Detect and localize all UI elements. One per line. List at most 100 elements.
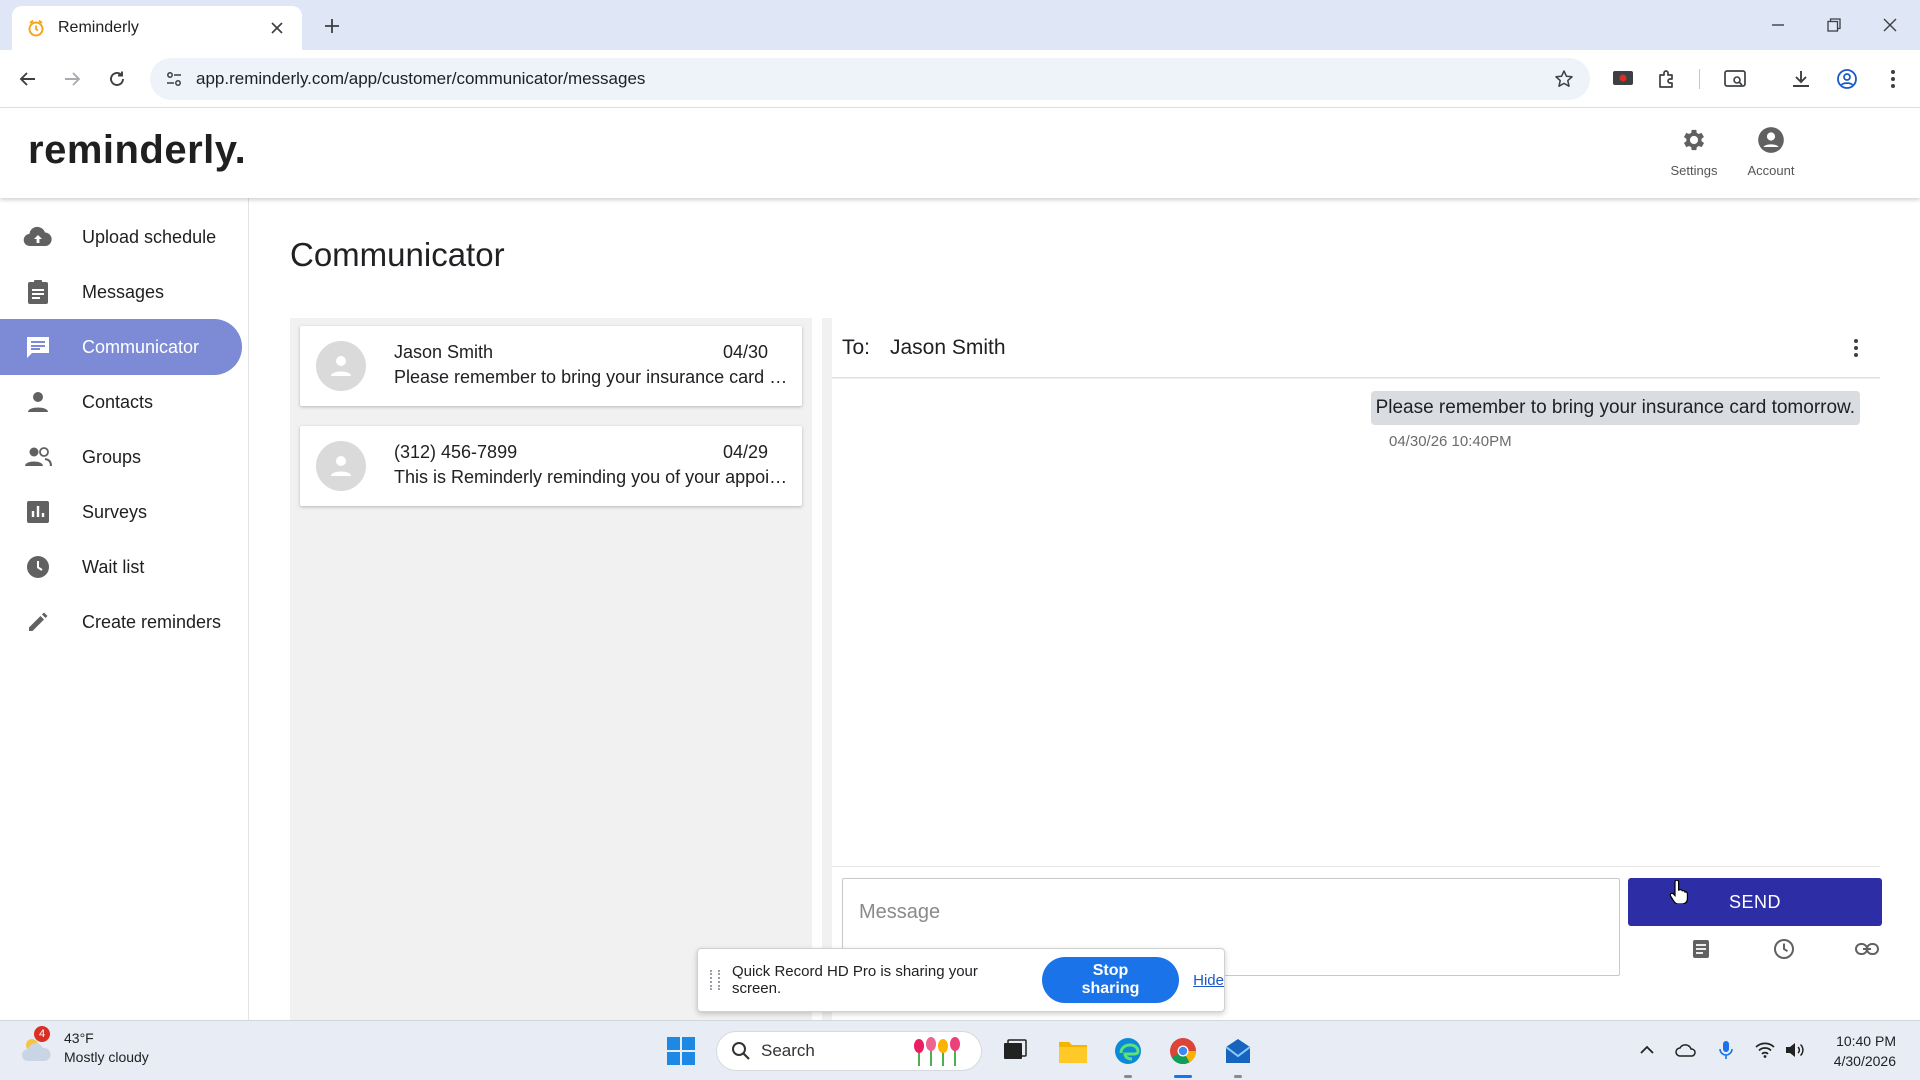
account-circle-icon bbox=[1757, 126, 1785, 159]
file-explorer-icon[interactable] bbox=[1053, 1031, 1093, 1071]
windows-taskbar: 4 43°F Mostly cloudy Search 10:40 PM 4/3… bbox=[0, 1020, 1920, 1080]
edge-browser-icon[interactable] bbox=[1108, 1031, 1148, 1071]
people-icon bbox=[20, 443, 56, 471]
pencil-icon bbox=[20, 608, 56, 636]
account-label: Account bbox=[1747, 163, 1795, 178]
back-arrow-icon[interactable] bbox=[12, 63, 44, 95]
settings-label: Settings bbox=[1670, 163, 1718, 178]
temperature: 43°F bbox=[64, 1030, 94, 1046]
conversation-list: Jason Smith 04/30 Please remember to bri… bbox=[290, 318, 812, 1020]
weather-description: Mostly cloudy bbox=[64, 1049, 149, 1065]
sidebar-item-label: Groups bbox=[82, 446, 142, 467]
active-app-indicator bbox=[1174, 1075, 1192, 1078]
person-icon bbox=[20, 388, 56, 416]
more-vert-icon[interactable] bbox=[1844, 336, 1868, 360]
sidebar-item-communicator[interactable]: Communicator bbox=[0, 319, 242, 375]
drag-handle-icon[interactable] bbox=[710, 970, 720, 990]
profile-icon[interactable] bbox=[1830, 63, 1864, 95]
site-info-icon[interactable] bbox=[154, 58, 194, 100]
template-icon[interactable] bbox=[1685, 933, 1717, 965]
person-icon bbox=[331, 456, 351, 476]
bar-chart-icon bbox=[20, 498, 56, 526]
browser-toolbar: app.reminderly.com/app/customer/communic… bbox=[0, 50, 1920, 108]
sidebar-item-groups[interactable]: Groups bbox=[0, 429, 242, 485]
volume-icon[interactable] bbox=[1780, 1035, 1810, 1065]
conversation-item[interactable]: Jason Smith 04/30 Please remember to bri… bbox=[300, 326, 802, 406]
clock-time: 10:40 PM bbox=[1836, 1033, 1896, 1049]
chat-icon bbox=[20, 333, 56, 361]
share-status-text: Quick Record HD Pro is sharing your scre… bbox=[731, 963, 978, 997]
stop-sharing-button[interactable]: Stop sharing bbox=[1041, 957, 1180, 1003]
new-tab-icon[interactable] bbox=[318, 12, 346, 40]
clipboard-icon bbox=[20, 278, 56, 306]
gear-icon bbox=[1680, 126, 1708, 159]
cloud-upload-icon bbox=[20, 223, 56, 251]
chrome-icon[interactable] bbox=[1163, 1031, 1203, 1071]
sidebar-item-label: Messages bbox=[82, 281, 165, 302]
app-logo[interactable]: reminderly. bbox=[28, 128, 246, 173]
page-title: Communicator bbox=[290, 236, 505, 273]
message-thread: Please remember to bring your insurance … bbox=[832, 379, 1880, 866]
sidebar-item-contacts[interactable]: Contacts bbox=[0, 374, 242, 430]
cloud-weather-icon: 4 bbox=[18, 1026, 56, 1067]
sidebar-item-messages[interactable]: Messages bbox=[0, 264, 242, 320]
conversation-item[interactable]: (312) 456-7899 04/29 This is Reminderly … bbox=[300, 426, 802, 506]
sidebar-item-upload-schedule[interactable]: Upload schedule bbox=[0, 209, 242, 265]
chevron-up-icon[interactable] bbox=[1632, 1035, 1662, 1065]
send-button[interactable]: SEND bbox=[1628, 878, 1882, 926]
conversation-name: (312) 456-7899 bbox=[394, 442, 518, 462]
recipient-name: Jason Smith bbox=[890, 336, 1006, 359]
avatar bbox=[316, 441, 366, 491]
browser-tab-reminderly[interactable]: Reminderly bbox=[12, 6, 302, 50]
tab-title: Reminderly bbox=[58, 19, 139, 36]
sidebar-item-wait-list[interactable]: Wait list bbox=[0, 539, 242, 595]
browser-tabstrip: Reminderly bbox=[0, 0, 1920, 50]
sidebar-item-label: Communicator bbox=[82, 336, 200, 357]
conversation-preview: Please remember to bring your insurance … bbox=[394, 367, 788, 387]
minimize-icon[interactable] bbox=[1750, 0, 1806, 50]
sidebar-item-create-reminders[interactable]: Create reminders bbox=[0, 594, 242, 650]
wifi-icon[interactable] bbox=[1750, 1035, 1780, 1065]
sidebar-item-surveys[interactable]: Surveys bbox=[0, 484, 242, 540]
toolbar-separator bbox=[1699, 69, 1700, 89]
tab-search-icon[interactable] bbox=[1718, 63, 1752, 95]
search-icon bbox=[731, 1041, 751, 1061]
to-label: To: bbox=[842, 336, 871, 359]
bookmark-star-icon[interactable] bbox=[1544, 58, 1584, 100]
weather-widget[interactable]: 4 43°F Mostly cloudy bbox=[18, 1026, 149, 1067]
mail-app-icon[interactable] bbox=[1218, 1031, 1258, 1071]
close-window-icon[interactable] bbox=[1862, 0, 1918, 50]
tulips-icon bbox=[911, 1036, 967, 1066]
clock-icon bbox=[20, 553, 56, 581]
sidebar-item-label: Upload schedule bbox=[82, 226, 217, 247]
onedrive-cloud-icon[interactable] bbox=[1671, 1035, 1701, 1065]
microphone-icon[interactable] bbox=[1711, 1035, 1741, 1065]
forward-arrow-icon[interactable] bbox=[56, 63, 88, 95]
download-icon[interactable] bbox=[1784, 63, 1818, 95]
hide-link[interactable]: Hide bbox=[1193, 972, 1224, 989]
link-icon[interactable] bbox=[1851, 933, 1883, 965]
restore-icon[interactable] bbox=[1806, 0, 1862, 50]
address-bar[interactable]: app.reminderly.com/app/customer/communic… bbox=[150, 58, 1590, 100]
screen-share-bar: Quick Record HD Pro is sharing your scre… bbox=[697, 948, 1225, 1012]
task-view-icon[interactable] bbox=[995, 1031, 1035, 1071]
weather-alert-badge: 4 bbox=[34, 1026, 50, 1042]
schedule-clock-icon[interactable] bbox=[1768, 933, 1800, 965]
message-bubble: Please remember to bring your insurance … bbox=[1370, 391, 1860, 425]
tab-close-icon[interactable] bbox=[266, 17, 288, 39]
browser-menu-icon[interactable] bbox=[1876, 63, 1910, 95]
reload-icon[interactable] bbox=[101, 63, 133, 95]
settings-button[interactable]: Settings bbox=[1654, 126, 1734, 178]
windows-start-icon[interactable] bbox=[661, 1031, 701, 1071]
extensions-puzzle-icon[interactable] bbox=[1650, 63, 1684, 95]
sidebar-nav: Upload schedule Messages Communicator Co… bbox=[0, 198, 249, 1020]
account-button[interactable]: Account bbox=[1731, 126, 1811, 178]
system-clock[interactable]: 10:40 PM 4/30/2026 bbox=[1834, 1031, 1896, 1071]
url-text[interactable]: app.reminderly.com/app/customer/communic… bbox=[196, 69, 1544, 89]
conversation-name: Jason Smith bbox=[394, 342, 494, 362]
taskbar-search[interactable]: Search bbox=[716, 1031, 982, 1071]
quick-record-extension-icon[interactable] bbox=[1606, 63, 1640, 95]
avatar bbox=[316, 341, 366, 391]
conversation-date: 04/29 bbox=[722, 442, 768, 462]
sidebar-item-label: Wait list bbox=[82, 556, 145, 577]
